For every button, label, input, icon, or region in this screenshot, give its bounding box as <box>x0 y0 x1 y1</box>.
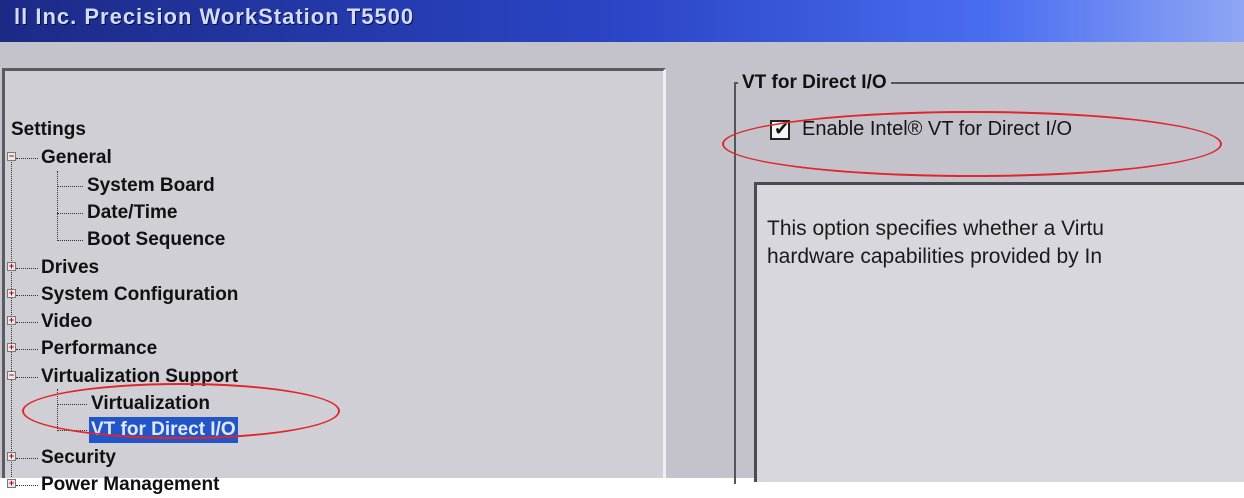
tree-item-drives[interactable]: + Drives <box>5 255 655 281</box>
expand-icon[interactable]: + <box>7 479 16 488</box>
expand-icon[interactable]: + <box>7 343 16 352</box>
tree-item-label: Virtualization <box>91 393 210 414</box>
tree-connector <box>16 268 38 269</box>
tree-item-boot-sequence[interactable]: Boot Sequence <box>5 227 655 253</box>
tree-item-label: Drives <box>41 257 100 278</box>
enable-vt-direct-io-checkbox[interactable]: ✔ <box>770 119 790 140</box>
tree-item-label: General <box>41 147 112 168</box>
tree-item-label: System Board <box>87 175 215 196</box>
bios-workspace: Settings − General System Board Date/Tim… <box>0 42 1244 495</box>
tree-connector <box>57 213 83 214</box>
settings-tree-panel: Settings − General System Board Date/Tim… <box>2 68 666 495</box>
window-title: ll Inc. Precision WorkStation T5500 <box>14 4 415 29</box>
tree-connector <box>16 349 38 350</box>
tree-connector <box>57 404 87 405</box>
tree-connector <box>57 186 83 187</box>
enable-vt-direct-io-label[interactable]: Enable Intel® VT for Direct I/O <box>802 118 1072 141</box>
expand-icon[interactable]: + <box>7 289 16 298</box>
expand-icon[interactable]: + <box>7 316 16 325</box>
tree-item-virtualization[interactable]: Virtualization <box>5 391 655 417</box>
tree-item-label: Security <box>41 447 116 468</box>
tree-item-system-configuration[interactable]: + System Configuration <box>5 282 655 308</box>
tree-item-label: Video <box>41 311 93 332</box>
tree-item-security[interactable]: + Security <box>5 445 655 471</box>
checkmark-icon: ✔ <box>774 119 790 139</box>
description-text: This option specifies whether a Virtu ha… <box>767 215 1244 271</box>
tree-connector <box>16 458 38 459</box>
collapse-icon[interactable]: − <box>7 152 16 161</box>
tree-item-system-board[interactable]: System Board <box>5 173 655 199</box>
tree-root-settings: Settings <box>11 119 86 140</box>
tree-item-video[interactable]: + Video <box>5 309 655 335</box>
description-line: hardware capabilities provided by In <box>767 245 1103 268</box>
expand-icon[interactable]: + <box>7 262 16 271</box>
description-line: This option specifies whether a Virtu <box>767 217 1104 240</box>
description-box: This option specifies whether a Virtu ha… <box>754 182 1244 482</box>
tree-item-performance[interactable]: + Performance <box>5 336 655 362</box>
tree-item-label: Performance <box>41 338 158 359</box>
tree-item-label: Boot Sequence <box>87 229 226 250</box>
tree-connector <box>16 322 38 323</box>
tree-connector <box>57 240 83 241</box>
tree-connector <box>16 295 38 296</box>
tree-item-label: Virtualization Support <box>41 366 239 387</box>
tree-connector <box>16 485 38 486</box>
detail-panel: VT for Direct I/O ✔ Enable Intel® VT for… <box>670 42 1244 484</box>
collapse-icon[interactable]: − <box>7 371 16 380</box>
tree-item-label: Power Management <box>41 474 220 495</box>
tree-item-label: System Configuration <box>41 284 239 305</box>
tree-connector <box>16 377 38 378</box>
tree-connector <box>57 430 87 431</box>
tree-item-power-management[interactable]: + Power Management <box>5 472 655 498</box>
tree-item-vt-for-direct-io[interactable]: VT for Direct I/O <box>5 417 655 443</box>
expand-icon[interactable]: + <box>7 452 16 461</box>
tree-item-general[interactable]: − General <box>5 145 655 171</box>
tree-item-label: Date/Time <box>87 202 178 223</box>
tree-connector <box>16 158 38 159</box>
group-title: VT for Direct I/O <box>738 72 891 94</box>
tree-item-virtualization-support[interactable]: − Virtualization Support <box>5 364 655 390</box>
title-bar: ll Inc. Precision WorkStation T5500 <box>0 0 1244 42</box>
tree-item-label-selected: VT for Direct I/O <box>89 417 238 443</box>
tree-item-date-time[interactable]: Date/Time <box>5 200 655 226</box>
